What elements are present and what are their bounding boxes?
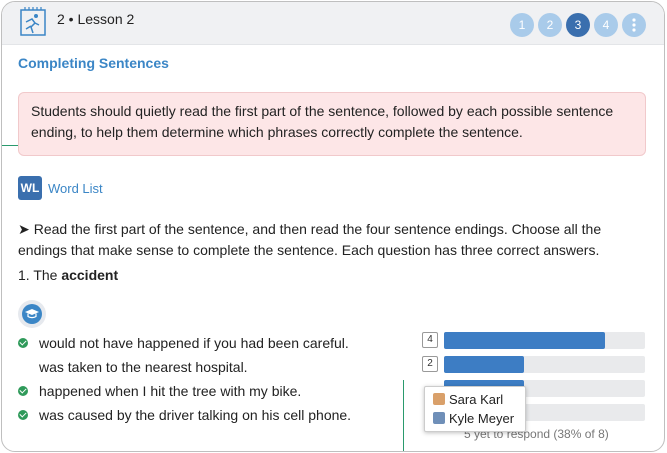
more-vertical-icon[interactable] bbox=[622, 13, 646, 37]
answer-text: was caused by the driver talking on his … bbox=[39, 407, 352, 423]
instruction-text: Read the first part of the sentence, and… bbox=[18, 221, 602, 258]
graduation-cap-icon[interactable] bbox=[18, 300, 46, 328]
answer-option[interactable]: happened when I hit the tree with my bik… bbox=[18, 379, 351, 403]
top-bar: 2 • Lesson 2 1 2 3 4 bbox=[2, 2, 664, 45]
answer-text: was taken to the nearest hospital. bbox=[39, 359, 248, 375]
answer-option[interactable]: would not have happened if you had been … bbox=[18, 331, 351, 355]
response-count: 4 bbox=[422, 332, 438, 348]
question-number: 1. The bbox=[18, 267, 58, 283]
step-1-button[interactable]: 1 bbox=[510, 13, 534, 37]
answer-option[interactable]: was taken to the nearest hospital. bbox=[18, 355, 351, 379]
response-track bbox=[444, 356, 645, 373]
answer-text: would not have happened if you had been … bbox=[39, 335, 349, 351]
response-track bbox=[444, 332, 645, 349]
teacher-note: Students should quietly read the first p… bbox=[18, 92, 646, 156]
check-icon bbox=[18, 338, 28, 348]
check-icon bbox=[18, 386, 28, 396]
avatar bbox=[433, 412, 445, 424]
breadcrumb: 2 • Lesson 2 bbox=[57, 11, 135, 27]
question-keyword: accident bbox=[61, 267, 119, 283]
step-3-button[interactable]: 3 bbox=[566, 13, 590, 37]
answer-list: would not have happened if you had been … bbox=[18, 331, 351, 427]
section-title: Completing Sentences bbox=[18, 55, 169, 71]
lesson-window: 2 • Lesson 2 1 2 3 4 Completing Sentence… bbox=[1, 1, 665, 452]
answer-option[interactable]: was caused by the driver talking on his … bbox=[18, 403, 351, 427]
step-2-button[interactable]: 2 bbox=[538, 13, 562, 37]
responder-item: Kyle Meyer bbox=[425, 409, 525, 428]
tooltip-connector bbox=[403, 380, 404, 451]
response-fill bbox=[444, 332, 605, 349]
word-list-icon[interactable]: WL bbox=[18, 176, 42, 200]
avatar bbox=[433, 393, 445, 405]
step-navigation: 1 2 3 4 bbox=[510, 13, 646, 37]
word-list-link[interactable]: Word List bbox=[48, 181, 103, 196]
response-count: 2 bbox=[422, 356, 438, 372]
arrow-icon: ➤ bbox=[18, 221, 30, 237]
responder-item: Sara Karl bbox=[425, 390, 525, 409]
question-prompt: 1. The accident bbox=[18, 267, 118, 283]
lesson-runner-icon bbox=[20, 7, 46, 36]
check-icon bbox=[18, 410, 28, 420]
response-fill bbox=[444, 356, 525, 373]
responder-name: Kyle Meyer bbox=[449, 411, 515, 426]
responders-tooltip: Sara Karl Kyle Meyer bbox=[424, 386, 526, 432]
step-4-button[interactable]: 4 bbox=[594, 13, 618, 37]
responder-name: Sara Karl bbox=[449, 392, 504, 407]
answer-text: happened when I hit the tree with my bik… bbox=[39, 383, 302, 399]
instruction: ➤ Read the first part of the sentence, an… bbox=[18, 219, 652, 261]
note-marker bbox=[2, 145, 18, 146]
